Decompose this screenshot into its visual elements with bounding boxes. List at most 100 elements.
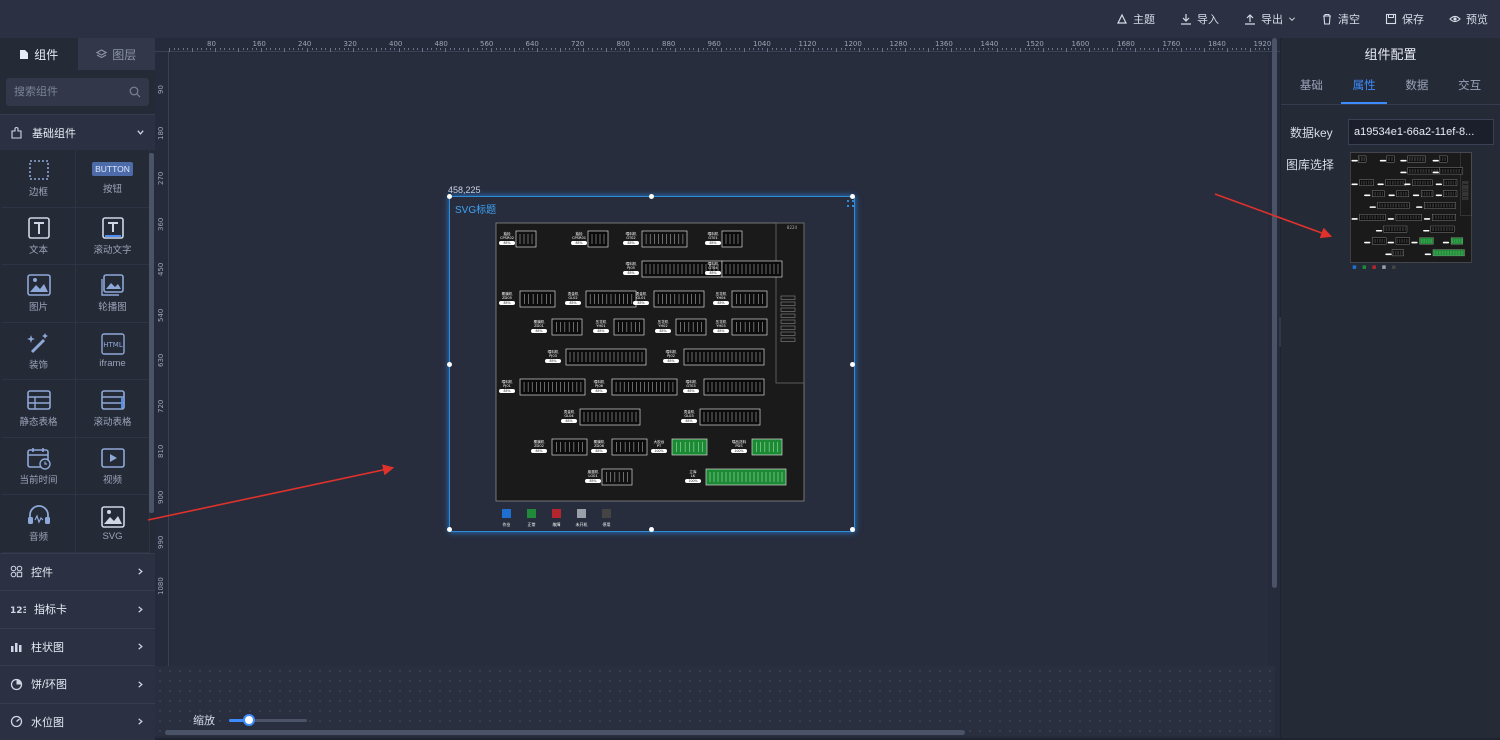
component-border[interactable]: 边框 [2,150,76,208]
tab-components[interactable]: 组件 [0,38,78,70]
data-key-input[interactable] [1348,119,1494,145]
machine-pct-pill [1423,230,1429,232]
chevron-right-icon [136,680,145,689]
machine-body [1408,156,1426,162]
ruler-left-label: 360 [157,217,165,230]
svg-component[interactable]: SVG标题 8224抽检CPSR0285%抽检CPSR0185%喂料机GT028… [449,196,855,532]
component-image[interactable]: 图片 [2,265,76,323]
category-label: 饼/环图 [31,676,67,692]
chevron-right-icon [136,605,145,614]
component-scroll-text[interactable]: 滚动文字 [76,208,150,266]
machine-pct: 100% [688,479,697,483]
resize-handle-tr[interactable] [850,194,855,199]
machine-pct: 85% [569,301,576,305]
machine-body [588,231,608,247]
component-button[interactable]: BUTTON 按钮 [76,150,150,208]
machine-pct: 85% [535,329,542,333]
component-iframe[interactable]: HTML iframe [76,323,150,381]
component-label: 视频 [103,472,122,486]
component-static-table[interactable]: 静态表格 [2,380,76,438]
zoom-slider-knob[interactable] [243,714,255,726]
controls-icon [10,565,23,578]
clear-button[interactable]: 清空 [1321,11,1360,27]
headphones-icon [26,503,52,527]
machine-body [722,231,742,247]
component-label: 滚动表格 [93,414,131,428]
machine-code: LK [691,474,696,478]
search-input[interactable] [14,86,114,98]
canvas[interactable]: 458,225 SVG标题 8224抽检CPSR0285%抽检CPSR0185%… [171,54,1268,668]
zoom-slider[interactable] [229,719,307,722]
theme-button[interactable]: 主题 [1116,11,1155,27]
resize-handle-mr[interactable] [850,362,855,367]
category-kpi-card[interactable]: 123指标卡 [0,590,155,628]
component-carousel[interactable]: 轮播图 [76,265,150,323]
chevron-right-icon [136,717,145,726]
canvas-hscrollbar[interactable] [165,730,965,735]
component-scroll-table[interactable]: 滚动表格 [76,380,150,438]
category-label: 水位图 [31,714,64,730]
tab-basic[interactable]: 基础 [1288,77,1334,104]
data-key-label: 数据key [1290,124,1348,141]
canvas-vscrollbar[interactable] [1272,38,1277,588]
machine-pct-pill [1443,242,1449,244]
import-button[interactable]: 导入 [1180,11,1219,27]
component-label: SVG [102,531,122,542]
tab-interaction[interactable]: 交互 [1447,77,1493,104]
save-button[interactable]: 保存 [1385,11,1424,27]
category-controls[interactable]: 控件 [0,553,155,591]
ruler-top-label: 720 [571,40,584,48]
machine-pct-pill [1436,195,1442,197]
resize-handle-tc[interactable] [649,194,654,199]
ruler-top-label: 1040 [753,40,771,48]
machine-pct-pill [1425,254,1431,256]
category-bar-chart[interactable]: 柱状图 [0,628,155,666]
factory-layout-diagram: 8224抽检CPSR0285%抽检CPSR0185%喂料机GT0285%喂料机G… [494,221,814,536]
category-basic[interactable]: 基础组件 [0,114,155,150]
component-audio[interactable]: 音频 [2,495,76,553]
move-icon[interactable] [847,200,855,208]
left-scrollbar[interactable] [149,153,154,513]
ruler-top-label: 1920 [1254,40,1272,48]
legend-swatch [602,509,611,518]
editor-canvas-area: 8016024032040048056064072080088096010401… [155,38,1280,738]
preview-button[interactable]: 预览 [1449,11,1488,27]
carousel-icon [100,273,126,297]
resize-handle-br[interactable] [850,527,855,532]
legend-label: 停用 [603,521,611,527]
machine-code: PJ02 [667,354,675,358]
category-pie-chart[interactable]: 饼/环图 [0,665,155,703]
component-svg[interactable]: SVG [76,495,150,553]
tab-data[interactable]: 数据 [1394,77,1440,104]
html-icon: HTML [100,332,126,356]
machine-pct: 85% [549,359,556,363]
export-button[interactable]: 导出 [1244,11,1296,27]
tab-layers-label: 图层 [112,46,136,63]
machine-pct-pill [1436,183,1442,185]
resize-handle-bl[interactable] [447,527,452,532]
ruler-left-label: 540 [157,308,165,321]
zoom-control: 缩放 [193,712,307,728]
machine-code: PJ06 [595,384,604,388]
component-current-time[interactable]: 当前时间 [2,438,76,496]
tab-properties[interactable]: 属性 [1341,77,1387,104]
search-icon[interactable] [129,86,141,98]
component-decoration[interactable]: 装饰 [2,323,76,381]
component-video[interactable]: 视频 [76,438,150,496]
library-thumbnail[interactable] [1348,152,1477,276]
zoom-label: 缩放 [193,712,215,728]
clear-label: 清空 [1338,11,1360,27]
legend-swatch [552,509,561,518]
image-icon [26,273,52,297]
machine-pct-pill [1388,195,1394,197]
ruler-top-label: 800 [617,40,630,48]
top-toolbar: 主题 导入 导出 清空 保存 预览 [0,0,1500,38]
category-gauge[interactable]: 水位图 [0,703,155,740]
resize-handle-ml[interactable] [447,362,452,367]
machine-body [704,379,764,395]
tab-layers[interactable]: 图层 [78,38,156,70]
component-text[interactable]: 文本 [2,208,76,266]
machine-pct-pill [1364,195,1370,197]
resize-handle-tl[interactable] [447,194,452,199]
component-panel: 组件 图层 基础组件 边框 BUTTON 按钮 文本 滚动文 [0,38,155,738]
